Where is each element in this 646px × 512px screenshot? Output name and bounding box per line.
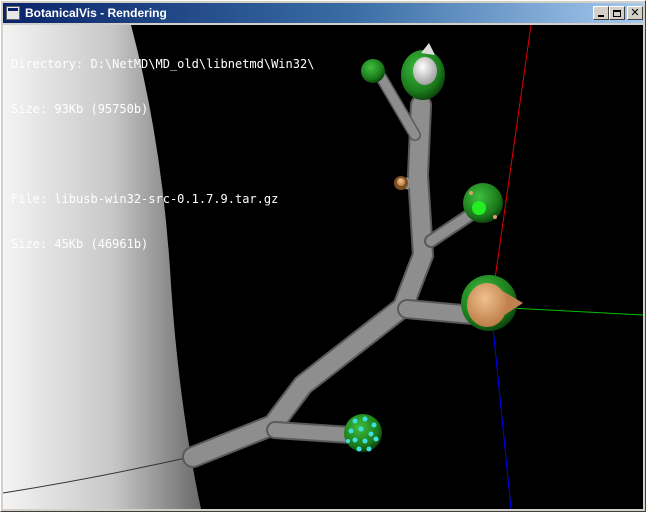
z-axis-line xyxy=(490,306,512,509)
leaf-node-bottom[interactable] xyxy=(344,414,382,452)
y-axis-line xyxy=(490,25,532,308)
close-icon: ✕ xyxy=(630,6,640,19)
info-overlay: Directory: D:\NetMD\MD_old\libnetmd\Win3… xyxy=(11,27,314,282)
title-bar[interactable]: BotanicalVis - Rendering ✕ xyxy=(3,3,643,23)
overlay-spacer xyxy=(11,147,314,162)
minimize-button[interactable] xyxy=(593,6,609,20)
maximize-icon xyxy=(613,9,621,17)
leaf-node-top[interactable] xyxy=(401,43,445,100)
app-icon[interactable] xyxy=(6,6,20,20)
directory-path: Directory: D:\NetMD\MD_old\libnetmd\Win3… xyxy=(11,57,315,71)
directory-size: Size: 93Kb (95750b) xyxy=(11,102,149,116)
botanicalvis-window: BotanicalVis - Rendering ✕ Directory: D:… xyxy=(0,0,646,512)
window-title: BotanicalVis - Rendering xyxy=(25,6,167,20)
leaf-node-mid[interactable] xyxy=(463,183,503,223)
leaf-node-large[interactable] xyxy=(461,275,523,331)
leaf-node-small[interactable] xyxy=(361,59,385,83)
leaf-node-bud[interactable] xyxy=(394,176,408,190)
file-name: File: libusb-win32-src-0.1.7.9.tar.gz xyxy=(11,192,279,206)
maximize-button[interactable] xyxy=(609,6,625,20)
file-size: Size: 45Kb (46961b) xyxy=(11,237,149,251)
minimize-icon xyxy=(598,15,604,17)
render-viewport[interactable]: Directory: D:\NetMD\MD_old\libnetmd\Win3… xyxy=(3,25,643,509)
close-button[interactable]: ✕ xyxy=(627,6,643,20)
